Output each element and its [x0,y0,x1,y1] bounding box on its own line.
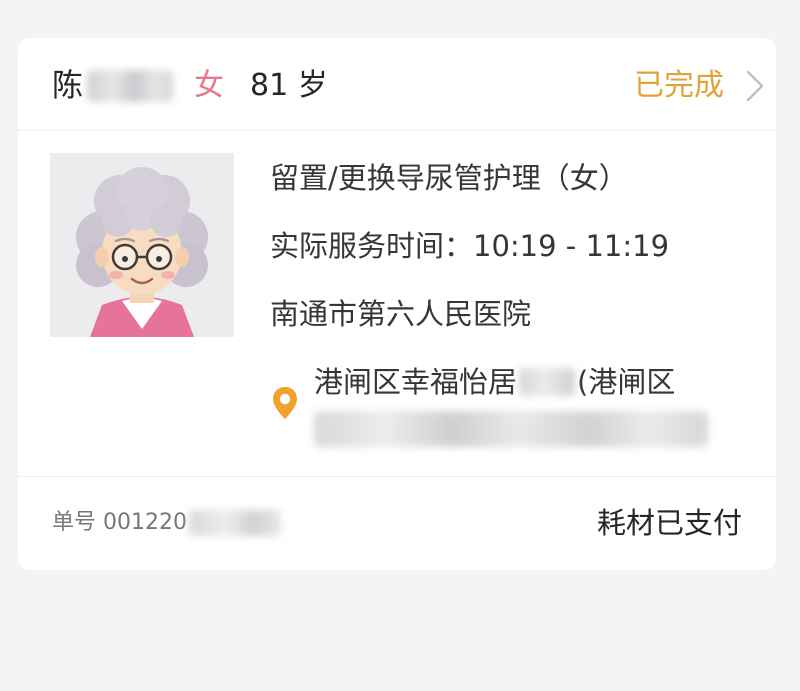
order-number-redacted [188,510,281,536]
address-prefix: 港闸区幸福怡居 [314,365,518,399]
service-name: 留置/更换导尿管护理（女） [270,161,628,195]
address-suffix: (港闸区 [577,365,676,399]
patient-surname: 陈 [52,68,83,104]
payment-status: 耗材已支付 [596,506,742,540]
hospital-name: 南通市第六人民医院 [270,297,532,331]
patient-gender: 女 [194,68,224,103]
address-redacted [519,368,576,396]
patient-name: 陈 [52,64,173,108]
order-number-text: 单号 001220 [52,510,187,535]
avatar [50,153,234,337]
service-time: 实际服务时间：10:19 - 11:19 [270,229,670,263]
order-number: 单号 001220 [52,505,281,541]
patient-age: 81 岁 [250,68,328,103]
location-pin-icon [273,387,297,419]
card-body[interactable]: 留置/更换导尿管护理（女） 实际服务时间：10:19 - 11:19 南通市第六… [18,131,776,477]
card-header: 陈 女 81 岁 已完成 [18,38,776,131]
elderly-woman-avatar [50,153,234,337]
chevron-right-icon[interactable] [744,66,766,106]
card-footer: 单号 001220 耗材已支付 [18,476,776,571]
address-line-2-redacted [314,411,708,447]
address-line-1: 港闸区幸福怡居 (港闸区 [314,360,675,404]
order-status: 已完成 [634,68,724,103]
order-card[interactable]: 陈 女 81 岁 已完成 留置/更换导尿管护理（女） 实际服务时间：10:19 … [18,38,776,570]
patient-name-redacted [87,70,173,102]
